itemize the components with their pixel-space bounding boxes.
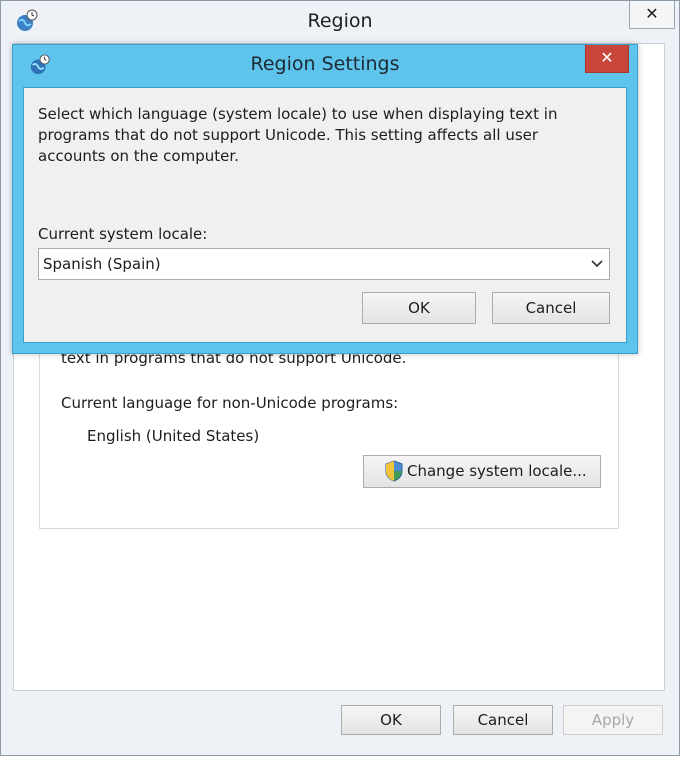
change-system-locale-button[interactable]: Change system locale...: [363, 455, 601, 488]
region-apply-label: Apply: [591, 711, 635, 729]
region-settings-title: Region Settings: [250, 53, 400, 75]
chevron-down-icon: [591, 260, 603, 268]
region-settings-ok-button[interactable]: OK: [362, 292, 476, 324]
region-ok-button[interactable]: OK: [341, 705, 441, 735]
region-apply-button[interactable]: Apply: [563, 705, 663, 735]
shield-icon: [385, 460, 403, 482]
region-settings-client-area: Select which language (system locale) to…: [23, 87, 627, 343]
region-settings-dialog: Region Settings ✕ Select which language …: [12, 44, 638, 354]
close-icon: ✕: [645, 4, 659, 23]
close-icon: ✕: [600, 48, 614, 67]
system-locale-dropdown[interactable]: Spanish (Spain): [38, 248, 610, 280]
region-settings-ok-label: OK: [408, 299, 430, 317]
region-titlebar: Region ✕: [1, 1, 679, 43]
region-settings-titlebar: Region Settings ✕: [13, 45, 637, 85]
current-language-value: English (United States): [87, 427, 260, 445]
region-close-button[interactable]: ✕: [629, 1, 675, 29]
region-settings-cancel-button[interactable]: Cancel: [492, 292, 610, 324]
current-system-locale-label: Current system locale:: [38, 225, 208, 243]
system-locale-selected-value: Spanish (Spain): [43, 255, 161, 273]
current-language-label: Current language for non-Unicode program…: [61, 394, 399, 412]
region-settings-close-button[interactable]: ✕: [585, 45, 629, 73]
region-window-title: Region: [307, 10, 373, 32]
region-cancel-button[interactable]: Cancel: [453, 705, 553, 735]
system-locale-description: Select which language (system locale) to…: [38, 105, 558, 165]
region-cancel-label: Cancel: [477, 711, 529, 729]
region-settings-cancel-label: Cancel: [525, 299, 577, 317]
change-system-locale-label: Change system locale...: [407, 462, 587, 480]
region-ok-label: OK: [380, 711, 402, 729]
